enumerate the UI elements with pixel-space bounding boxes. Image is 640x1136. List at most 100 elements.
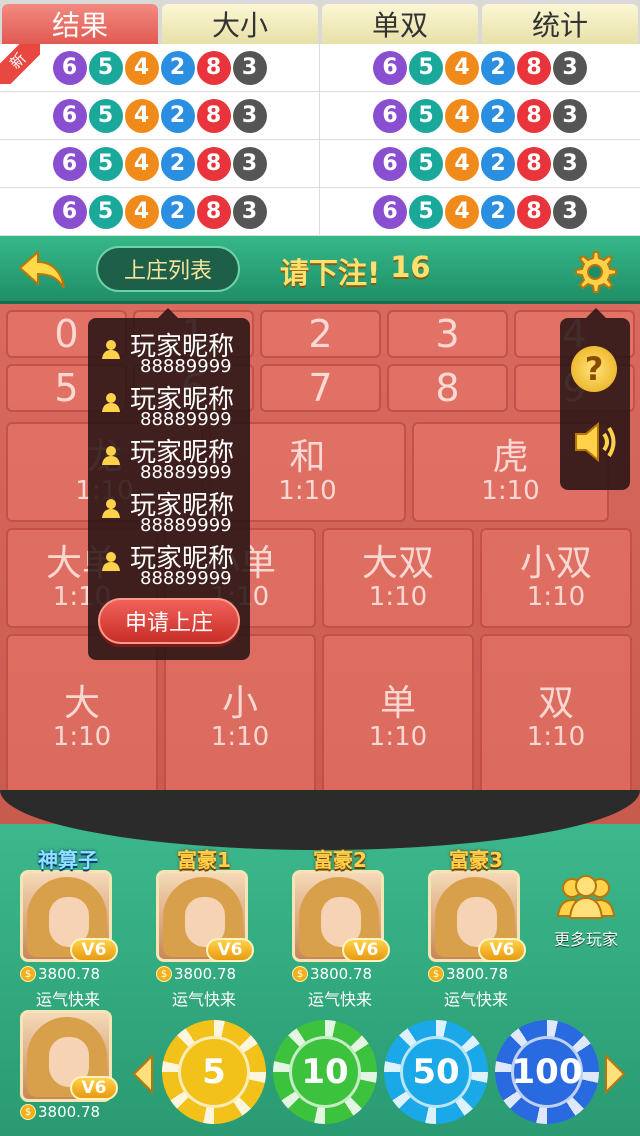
chip-5[interactable]: 5 xyxy=(162,1020,266,1124)
user-icon xyxy=(102,552,120,571)
chips-bar: 5 10 50 100 xyxy=(126,1018,636,1130)
self-coins-value: 3800.78 xyxy=(38,1103,101,1121)
result-ball: 5 xyxy=(88,50,123,85)
result-ball: 4 xyxy=(124,146,159,181)
bet-cell-odd[interactable]: 单 1:10 xyxy=(322,634,474,802)
player-coins-value: 3800.78 xyxy=(38,965,101,983)
bet-cell-combo-3[interactable]: 小双 1:10 xyxy=(480,528,632,628)
result-ball: 4 xyxy=(445,146,479,181)
player-status: 运气快来 xyxy=(35,990,100,1009)
result-row: 654283654283 xyxy=(0,140,640,188)
chips-prev-button[interactable] xyxy=(132,1053,154,1095)
apply-banker-button[interactable]: 申请上庄 xyxy=(98,598,240,644)
chip-value: 50 xyxy=(400,1036,472,1108)
self-coins: $ 3800.78 xyxy=(20,1102,116,1122)
self-player[interactable]: V6 $ 3800.78 xyxy=(20,1010,118,1126)
user-icon xyxy=(102,499,120,518)
result-ball: 5 xyxy=(409,50,443,85)
result-ball: 6 xyxy=(52,146,87,181)
player-coins-value: 3800.78 xyxy=(174,965,237,983)
back-button[interactable] xyxy=(18,248,66,292)
result-group-left: 654283 xyxy=(0,140,320,187)
result-ball: 8 xyxy=(196,50,231,85)
banker-entry: 玩家昵称 88889999 xyxy=(100,379,250,430)
popup-pointer xyxy=(158,308,178,318)
number-cell-7[interactable]: 7 xyxy=(260,364,381,412)
player-status: 运气快来 xyxy=(443,990,508,1009)
result-row: 654283654283 xyxy=(0,188,640,236)
back-arrow-icon xyxy=(18,249,65,289)
more-players-button[interactable]: 更多玩家 xyxy=(544,872,628,952)
player-title: 神算子 xyxy=(38,848,98,872)
result-ball: 2 xyxy=(160,98,195,133)
result-ball: 4 xyxy=(124,98,159,133)
number-cell-8[interactable]: 8 xyxy=(387,364,508,412)
bet-cell-odd-odds: 1:10 xyxy=(368,721,428,752)
bet-cell-combo-2[interactable]: 大双 1:10 xyxy=(322,528,474,628)
bet-cell-combo-2-odds: 1:10 xyxy=(368,581,428,612)
player-title: 富豪3 xyxy=(449,848,503,872)
result-ball: 5 xyxy=(88,146,123,181)
result-group-left: 654283 xyxy=(0,188,320,235)
result-row: 654283654283 xyxy=(0,44,640,92)
tab-big-small[interactable]: 大小 xyxy=(162,4,318,44)
player-seat-1[interactable]: 神算子 V6 $3800.78 运气快来 xyxy=(20,844,118,1009)
banker-entry-id: 88889999 xyxy=(140,409,232,430)
result-ball: 5 xyxy=(88,98,123,133)
player-seat-2[interactable]: 富豪1 V6 $3800.78 运气快来 xyxy=(156,844,254,1009)
new-badge-label: 新 xyxy=(0,44,40,84)
result-ball: 6 xyxy=(373,50,407,85)
player-coins: $3800.78 xyxy=(20,964,116,984)
help-button[interactable]: ? xyxy=(571,346,617,392)
banker-entry: 玩家昵称 88889999 xyxy=(100,326,250,377)
tab-results[interactable]: 结果 xyxy=(2,4,158,44)
bet-cell-tiger-label: 虎 xyxy=(492,436,529,478)
chips-next-button[interactable] xyxy=(604,1053,626,1095)
banker-list-button[interactable]: 上庄列表 xyxy=(96,246,240,292)
player-coins-value: 3800.78 xyxy=(310,965,373,983)
bet-cell-even-label: 双 xyxy=(537,682,574,724)
side-menu-pointer xyxy=(586,308,606,318)
player-seat-3[interactable]: 富豪2 V6 $3800.78 运气快来 xyxy=(292,844,390,1009)
bet-prompt: 请下注! 16 xyxy=(280,250,431,290)
results-list: 6542836542836542836542836542836542836542… xyxy=(0,44,640,236)
bet-cell-combo-3-label: 小双 xyxy=(519,542,592,584)
number-cell-2[interactable]: 2 xyxy=(260,310,381,358)
bet-cell-combo-2-label: 大双 xyxy=(361,542,434,584)
player-seat-4[interactable]: 富豪3 V6 $3800.78 运气快来 xyxy=(428,844,526,1009)
bet-cell-combo-3-odds: 1:10 xyxy=(526,581,586,612)
results-tabs: 结果 大小 单双 统计 xyxy=(0,0,640,44)
coin-icon: $ xyxy=(292,966,308,982)
bet-cell-odd-label: 单 xyxy=(379,682,416,724)
player-title: 富豪1 xyxy=(177,848,231,872)
bet-cell-even[interactable]: 双 1:10 xyxy=(480,634,632,802)
result-ball: 4 xyxy=(445,50,479,85)
vip-badge: V6 xyxy=(70,938,118,962)
player-status: 运气快来 xyxy=(171,990,236,1009)
result-ball: 5 xyxy=(409,146,443,181)
result-ball: 3 xyxy=(232,98,267,133)
number-cell-3[interactable]: 3 xyxy=(387,310,508,358)
player-coins: $3800.78 xyxy=(292,964,388,984)
result-ball: 3 xyxy=(232,146,267,181)
result-ball: 3 xyxy=(553,50,587,85)
result-ball: 3 xyxy=(553,98,587,133)
sound-button[interactable] xyxy=(572,418,622,466)
result-ball: 8 xyxy=(196,146,231,181)
side-menu: ? xyxy=(560,308,630,490)
tab-statistics[interactable]: 统计 xyxy=(482,4,638,44)
result-ball: 3 xyxy=(232,194,267,229)
coin-icon: $ xyxy=(20,1104,36,1120)
result-group-left: 654283 xyxy=(0,92,320,139)
chip-value: 100 xyxy=(511,1036,583,1108)
settings-button[interactable] xyxy=(570,248,618,296)
result-ball: 8 xyxy=(196,98,231,133)
user-icon xyxy=(102,340,120,359)
bet-cell-small-label: 小 xyxy=(221,682,258,724)
chip-50[interactable]: 50 xyxy=(384,1020,488,1124)
tab-odd-even[interactable]: 单双 xyxy=(322,4,478,44)
banker-entry: 玩家昵称 88889999 xyxy=(100,485,250,536)
banker-list-popup: 申请上庄 玩家昵称 88889999 玩家昵称 88889999 玩家昵称 8888999… xyxy=(88,308,250,660)
chip-10[interactable]: 10 xyxy=(273,1020,377,1124)
chip-100[interactable]: 100 xyxy=(495,1020,599,1124)
